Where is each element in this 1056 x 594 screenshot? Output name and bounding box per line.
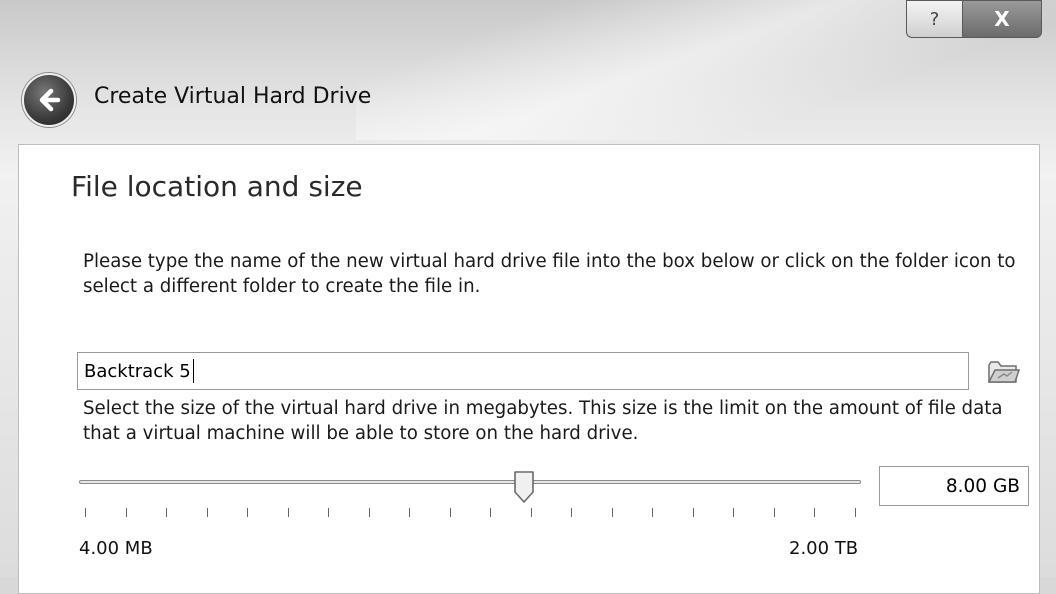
close-icon: X xyxy=(994,7,1010,31)
size-slider-thumb[interactable] xyxy=(513,470,535,504)
slider-tick xyxy=(368,508,370,517)
help-button[interactable]: ? xyxy=(906,0,962,38)
slider-tick xyxy=(814,508,816,517)
page-title: File location and size xyxy=(71,170,363,203)
slider-tick xyxy=(571,508,573,517)
slider-tick xyxy=(692,508,694,517)
slider-tick xyxy=(733,508,735,517)
slider-tick xyxy=(166,508,168,517)
file-name-input[interactable]: Backtrack 5 xyxy=(77,352,969,390)
slider-tick xyxy=(85,508,86,517)
dialog-window: ? X Create Virtual Hard Drive File locat… xyxy=(0,0,1056,594)
text-caret xyxy=(192,359,194,383)
slider-tick xyxy=(530,508,532,517)
slider-tick xyxy=(247,508,249,517)
help-label: ? xyxy=(929,8,940,30)
wizard-title: Create Virtual Hard Drive xyxy=(94,84,372,109)
slider-tick xyxy=(773,508,775,517)
file-name-value: Backtrack 5 xyxy=(84,360,191,382)
location-description: Please type the name of the new virtual … xyxy=(83,251,1016,297)
size-input[interactable]: 8.00 GB xyxy=(879,466,1029,506)
slider-tick xyxy=(287,508,289,517)
size-description: Select the size of the virtual hard driv… xyxy=(83,398,1003,444)
slider-thumb-shape xyxy=(514,471,534,503)
slider-tick xyxy=(409,508,411,517)
size-range-max-label: 2.00 TB xyxy=(789,538,859,559)
back-arrow-icon xyxy=(39,88,61,112)
size-range-min-label: 4.00 MB xyxy=(79,538,153,559)
slider-tick xyxy=(449,508,451,517)
slider-tick xyxy=(206,508,208,517)
wizard-page-panel: File location and size Please type the n… xyxy=(18,144,1040,594)
slider-tick xyxy=(611,508,613,517)
select-folder-button[interactable] xyxy=(986,356,1021,386)
slider-tick xyxy=(125,508,127,517)
slider-tick xyxy=(855,508,856,517)
slider-tick xyxy=(328,508,330,517)
slider-tick xyxy=(490,508,492,517)
title-bar-buttons: ? X xyxy=(906,0,1042,40)
close-button[interactable]: X xyxy=(962,0,1042,38)
slider-tick xyxy=(652,508,654,517)
folder-icon xyxy=(987,361,1021,383)
size-slider-track[interactable] xyxy=(79,480,861,484)
size-value: 8.00 GB xyxy=(945,475,1020,497)
back-button[interactable] xyxy=(22,73,76,127)
